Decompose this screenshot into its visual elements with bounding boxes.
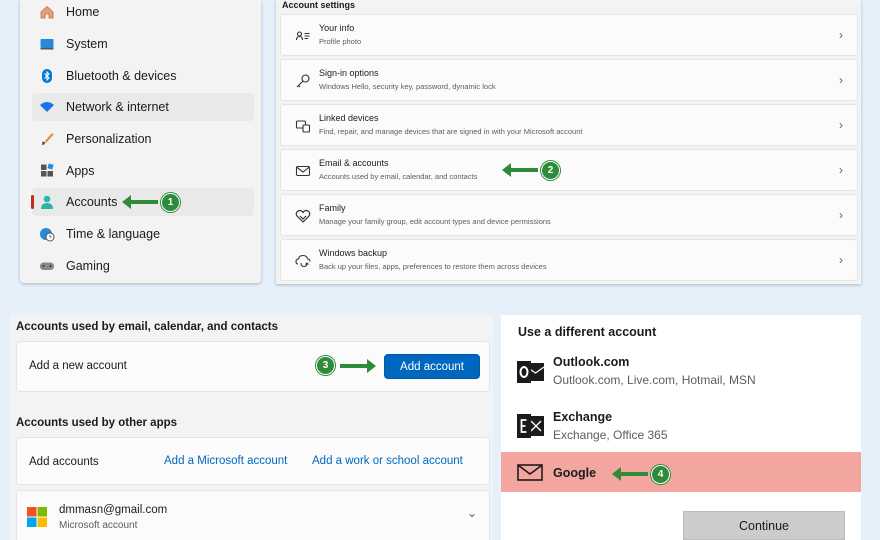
step-badge: 2: [541, 161, 560, 180]
setting-subtitle: Accounts used by email, calendar, and co…: [319, 172, 478, 181]
chevron-right-icon: ›: [839, 253, 843, 267]
add-accounts-label: Add accounts: [29, 456, 99, 468]
nav-item-label: Gaming: [66, 259, 110, 273]
annotation-arrow: [612, 467, 648, 481]
nav-item-system[interactable]: System: [32, 30, 254, 58]
option-name: Google: [553, 466, 597, 480]
nav-item-label: Home: [66, 5, 100, 19]
setting-title: Linked devices: [319, 113, 379, 123]
devices-icon: [295, 120, 311, 133]
setting-email-accounts[interactable]: Email & accounts Accounts used by email,…: [280, 149, 858, 191]
step-badge: 1: [161, 193, 180, 212]
section-heading: Accounts used by email, calendar, and co…: [16, 321, 279, 333]
chevron-right-icon: ›: [839, 208, 843, 222]
nav-item-label: Apps: [66, 164, 95, 178]
nav-item-home[interactable]: Home: [32, 0, 254, 26]
chevron-right-icon: ›: [839, 28, 843, 42]
add-work-school-account-link[interactable]: Add a work or school account: [312, 455, 463, 467]
bluetooth-icon: [42, 69, 52, 83]
nav-item-bluetooth[interactable]: Bluetooth & devices: [32, 62, 254, 90]
mail-icon: [295, 165, 311, 177]
option-exchange[interactable]: Exchange Exchange, Office 365: [501, 408, 861, 452]
nav-item-apps[interactable]: Apps: [32, 157, 254, 185]
add-new-account-card: Add a new account Add account: [16, 341, 490, 392]
setting-title: Family: [319, 203, 346, 213]
heart-icon: [295, 209, 311, 223]
option-description: Outlook.com, Live.com, Hotmail, MSN: [553, 373, 756, 387]
setting-subtitle: Windows Hello, security key, password, d…: [319, 82, 496, 91]
setting-subtitle: Profile photo: [319, 37, 362, 46]
setting-title: Sign-in options: [319, 68, 379, 78]
annotation-arrow: [340, 359, 376, 373]
add-new-account-label: Add a new account: [29, 360, 127, 372]
home-icon: [40, 5, 54, 19]
nav-item-label: System: [66, 37, 108, 51]
setting-linked-devices[interactable]: Linked devices Find, repair, and manage …: [280, 104, 858, 146]
setting-windows-backup[interactable]: Windows backup Back up your files, apps,…: [280, 239, 858, 281]
setting-title: Windows backup: [319, 248, 388, 258]
email-accounts-panel: Accounts used by email, calendar, and co…: [10, 315, 493, 540]
option-description: Exchange, Office 365: [553, 428, 668, 442]
system-icon: [40, 39, 54, 50]
account-email: dmmasn@gmail.com: [59, 504, 168, 516]
option-google[interactable]: Google: [501, 452, 861, 492]
nav-item-gaming[interactable]: Gaming: [32, 252, 254, 280]
add-account-button[interactable]: Add account: [384, 354, 480, 379]
nav-item-label: Personalization: [66, 132, 152, 146]
dialog-title: Use a different account: [518, 325, 657, 339]
setting-subtitle: Manage your family group, edit account t…: [319, 217, 551, 226]
exchange-icon: [517, 414, 544, 438]
nav-item-time-language[interactable]: Time & language: [32, 220, 254, 248]
person-icon: [41, 195, 53, 209]
section-heading: Account settings: [282, 0, 356, 10]
setting-subtitle: Back up your files, apps, preferences to…: [319, 262, 547, 271]
microsoft-logo-icon: [27, 507, 47, 527]
nav-item-label: Bluetooth & devices: [66, 69, 177, 83]
settings-nav-panel: Home System Bluetooth & devices Network …: [20, 0, 261, 283]
use-different-account-dialog: Use a different account Outlook.com Outl…: [501, 315, 861, 540]
chevron-right-icon: ›: [839, 163, 843, 177]
chevron-right-icon: ›: [839, 73, 843, 87]
chevron-right-icon: ›: [839, 118, 843, 132]
add-accounts-card: Add accounts Add a Microsoft account Add…: [16, 437, 490, 485]
annotation-arrow: [502, 163, 538, 177]
setting-sign-in-options[interactable]: Sign-in options Windows Hello, security …: [280, 59, 858, 101]
account-settings-panel: Account settings Your info Profile photo…: [276, 0, 861, 284]
apps-icon: [41, 163, 54, 177]
selection-indicator: [31, 195, 34, 209]
key-icon: [296, 74, 310, 88]
step-badge: 3: [316, 356, 335, 375]
setting-your-info[interactable]: Your info Profile photo ›: [280, 14, 858, 56]
nav-item-label: Network & internet: [66, 100, 169, 114]
continue-button[interactable]: Continue: [683, 511, 845, 540]
nav-item-label: Time & language: [66, 227, 161, 241]
account-type: Microsoft account: [59, 520, 138, 531]
add-microsoft-account-link[interactable]: Add a Microsoft account: [164, 455, 287, 467]
setting-title: Email & accounts: [319, 158, 389, 168]
envelope-icon: [517, 464, 543, 481]
wifi-icon: [40, 102, 54, 112]
gamepad-icon: [40, 262, 54, 270]
step-badge: 4: [651, 465, 670, 484]
setting-family[interactable]: Family Manage your family group, edit ac…: [280, 194, 858, 236]
outlook-icon: [517, 361, 545, 383]
person-card-icon: [295, 31, 310, 41]
account-list-item[interactable]: dmmasn@gmail.com Microsoft account ⌄: [16, 490, 490, 540]
setting-title: Your info: [319, 23, 355, 33]
option-name: Outlook.com: [553, 355, 630, 369]
nav-item-personalization[interactable]: Personalization: [32, 125, 254, 153]
nav-item-network[interactable]: Network & internet: [32, 93, 254, 121]
brush-icon: [42, 133, 54, 145]
option-name: Exchange: [553, 410, 613, 424]
section-heading: Accounts used by other apps: [16, 417, 178, 429]
backup-icon: [295, 254, 311, 268]
nav-item-label: Accounts: [66, 195, 118, 209]
chevron-down-icon[interactable]: ⌄: [467, 506, 477, 520]
annotation-arrow: [122, 195, 158, 209]
globe-clock-icon: [40, 228, 55, 242]
option-outlook[interactable]: Outlook.com Outlook.com, Live.com, Hotma…: [501, 353, 861, 397]
setting-subtitle: Find, repair, and manage devices that ar…: [319, 127, 583, 136]
